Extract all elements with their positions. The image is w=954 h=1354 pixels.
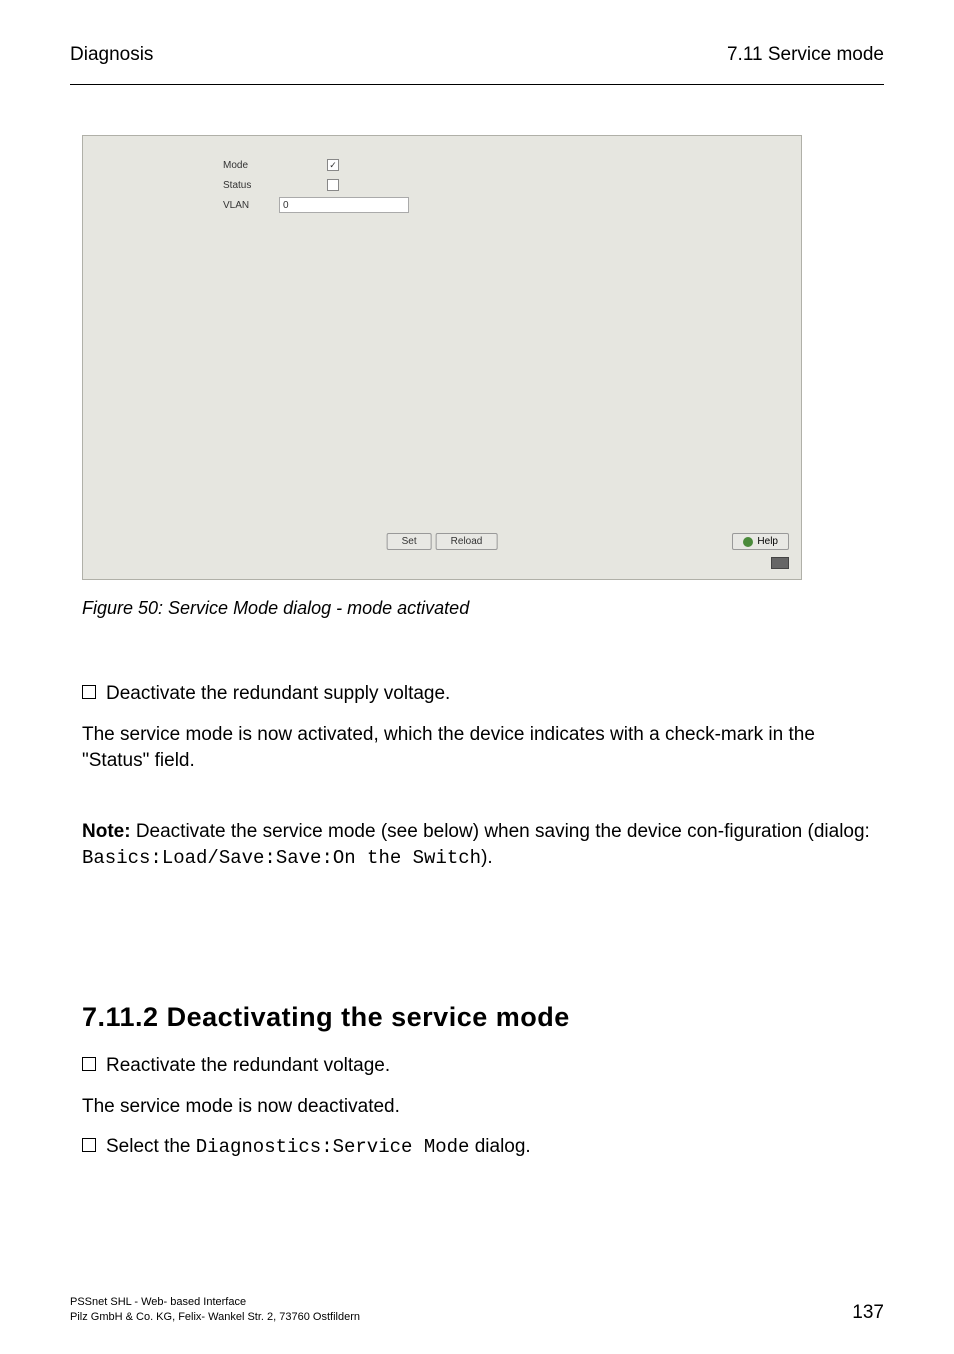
figure-caption: Figure 50: Service Mode dialog - mode ac… [82, 598, 884, 619]
help-label: Help [757, 536, 778, 547]
help-button[interactable]: Help [732, 533, 789, 550]
note-block: Note: Deactivate the service mode (see b… [82, 819, 884, 872]
dialog-form: Mode ✓ Status VLAN 0 [223, 156, 409, 216]
step-deactivate: Deactivate the redundant supply voltage. [82, 681, 884, 708]
page-header: Diagnosis 7.11 Service mode [70, 44, 884, 85]
header-right: 7.11 Service mode [727, 44, 884, 66]
step-reactivate-text: Reactivate the redundant voltage. [106, 1053, 390, 1080]
note-code: Basics:Load/Save:Save:On the Switch [82, 847, 481, 869]
set-button[interactable]: Set [387, 533, 432, 550]
reload-button[interactable]: Reload [436, 533, 498, 550]
status-indicator-icon [771, 557, 789, 569]
note-text-before: Deactivate the service mode (see below) … [136, 821, 870, 842]
mode-row: Mode ✓ [223, 156, 409, 174]
footer-left: PSSnet SHL - Web- based Interface Pilz G… [70, 1295, 884, 1324]
service-mode-dialog: Mode ✓ Status VLAN 0 Set Reload Help [82, 135, 802, 580]
note-prefix: Note: [82, 821, 136, 842]
footer-center-buttons: Set Reload [387, 533, 498, 550]
mode-label: Mode [223, 160, 279, 171]
page-footer: PSSnet SHL - Web- based Interface Pilz G… [70, 1295, 884, 1324]
note-text-after: ). [481, 847, 493, 868]
step-select-prefix: Select the [106, 1136, 196, 1157]
step-checkbox-icon [82, 685, 96, 699]
figure-container: Mode ✓ Status VLAN 0 Set Reload Help [82, 135, 884, 580]
mode-checkbox[interactable]: ✓ [327, 159, 339, 171]
help-icon [743, 537, 753, 547]
status-label: Status [223, 180, 279, 191]
step-reactivate: Reactivate the redundant voltage. [82, 1053, 884, 1080]
status-row: Status [223, 176, 409, 194]
vlan-label: VLAN [223, 200, 279, 211]
status-checkbox [327, 179, 339, 191]
footer-line1: PSSnet SHL - Web- based Interface [70, 1295, 884, 1309]
step-select: Select the Diagnostics:Service Mode dial… [82, 1134, 884, 1161]
step-select-text: Select the Diagnostics:Service Mode dial… [106, 1134, 531, 1161]
header-left: Diagnosis [70, 44, 153, 66]
step-checkbox-icon [82, 1057, 96, 1071]
vlan-row: VLAN 0 [223, 196, 409, 214]
step-select-code: Diagnostics:Service Mode [196, 1136, 470, 1158]
footer-line2: Pilz GmbH & Co. KG, Felix- Wankel Str. 2… [70, 1310, 884, 1324]
paragraph-deactivated: The service mode is now deactivated. [82, 1094, 884, 1121]
step-deactivate-text: Deactivate the redundant supply voltage. [106, 681, 450, 708]
dialog-footer: Set Reload Help [83, 533, 801, 565]
vlan-input[interactable]: 0 [279, 197, 409, 213]
step-checkbox-icon [82, 1138, 96, 1152]
footer-page-number: 137 [852, 1302, 884, 1324]
paragraph-activated: The service mode is now activated, which… [82, 722, 884, 775]
step-select-suffix: dialog. [469, 1136, 530, 1157]
section-heading: 7.11.2 Deactivating the service mode [82, 1002, 884, 1033]
